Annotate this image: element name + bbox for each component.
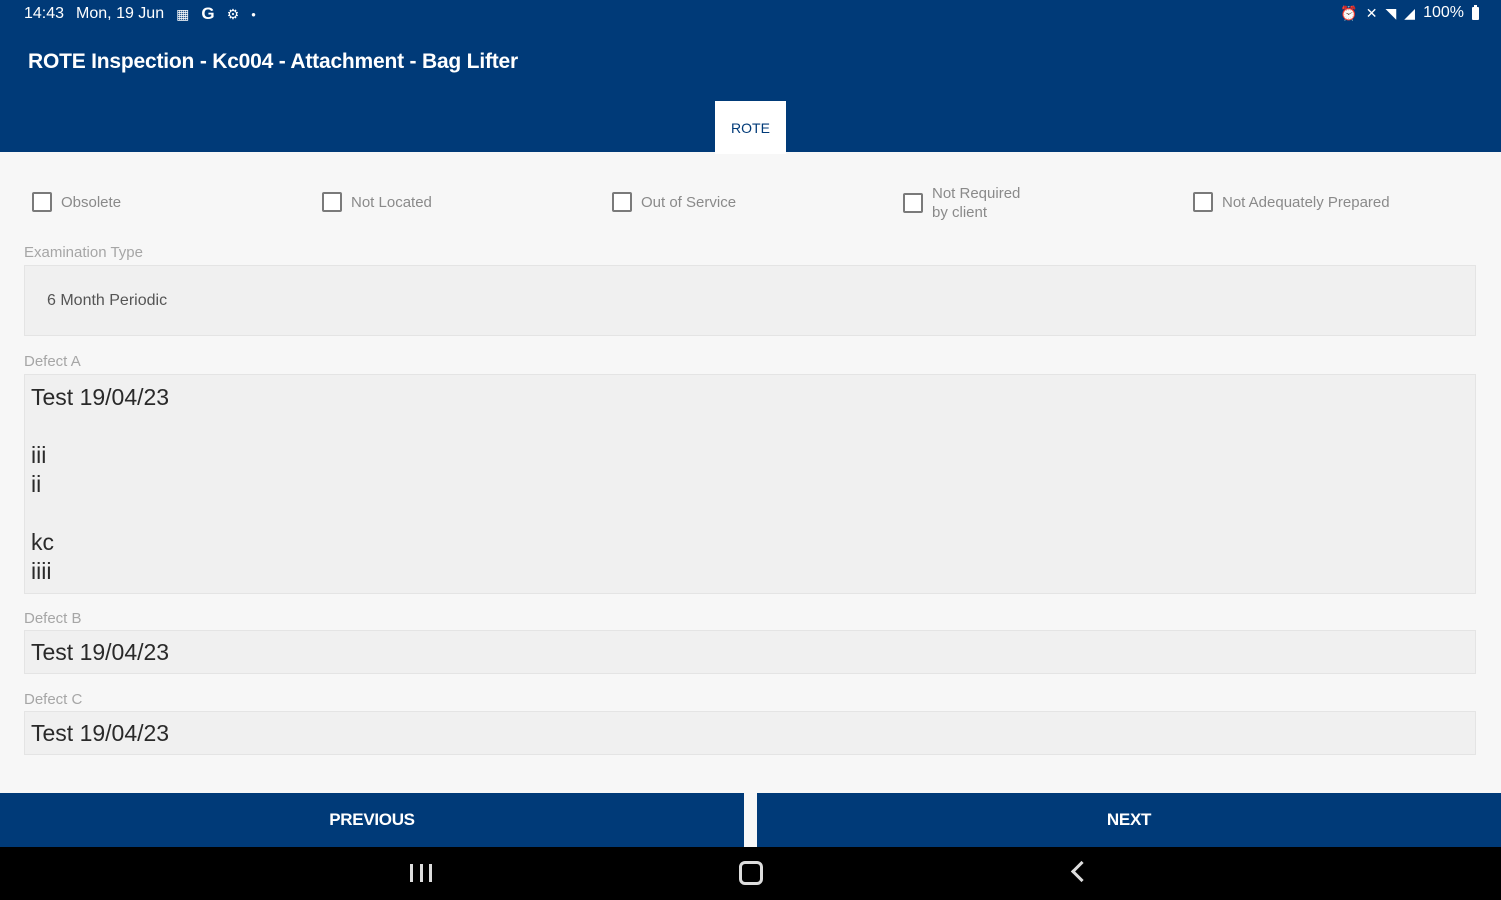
defect-b-input[interactable]: Test 19/04/23 — [24, 630, 1476, 674]
defect-b-label: Defect B — [24, 610, 82, 627]
alarm-icon: ⏰ — [1340, 4, 1358, 21]
defect-a-textarea[interactable]: Test 19/04/23 iii ii kc iiii — [24, 374, 1476, 594]
recents-icon[interactable] — [410, 864, 432, 882]
status-date: Mon, 19 Jun — [76, 5, 165, 22]
battery-level: 100% — [1423, 4, 1464, 21]
previous-button[interactable]: PREVIOUS — [0, 793, 744, 847]
checkbox-not-adequately-prepared[interactable]: Not Adequately Prepared — [1193, 192, 1390, 212]
defect-a-value: Test 19/04/23 iii ii kc iiii — [31, 384, 170, 584]
system-nav-bar — [0, 847, 1501, 900]
checkbox-not-required[interactable]: Not Required by client — [903, 184, 1020, 222]
status-checkbox-row: Obsolete Not Located Out of Service Not … — [0, 184, 1501, 224]
checkbox-box[interactable] — [32, 192, 52, 212]
checkbox-label: Obsolete — [61, 193, 122, 211]
exam-type-value: 6 Month Periodic — [47, 292, 168, 309]
defect-b-value: Test 19/04/23 — [31, 639, 170, 665]
exam-type-label: Examination Type — [24, 244, 143, 261]
status-bar: 14:43 Mon, 19 Jun ▦ G ⚙ ● ⏰ ✕ ◥ ◢ 100% — [0, 0, 1501, 28]
battery-icon — [1472, 4, 1479, 20]
tab-rote[interactable]: ROTE — [715, 99, 786, 154]
next-button[interactable]: NEXT — [757, 793, 1501, 847]
back-icon[interactable] — [1070, 860, 1093, 883]
mute-icon: ✕ — [1365, 4, 1378, 21]
signal-icon: ◢ — [1404, 4, 1416, 21]
checkbox-not-located[interactable]: Not Located — [322, 192, 432, 212]
checkbox-label: Not Adequately Prepared — [1222, 193, 1390, 211]
home-icon[interactable] — [739, 861, 763, 885]
app-header: 14:43 Mon, 19 Jun ▦ G ⚙ ● ⏰ ✕ ◥ ◢ 100% R… — [0, 0, 1501, 154]
calendar-icon: ▦ — [176, 5, 190, 22]
page-title: ROTE Inspection - Kc004 - Attachment - B… — [28, 50, 518, 73]
checkbox-obsolete[interactable]: Obsolete — [32, 192, 121, 212]
checkbox-box[interactable] — [612, 192, 632, 212]
status-time: 14:43 — [24, 5, 65, 22]
google-icon: G — [201, 4, 215, 23]
checkbox-out-of-service[interactable]: Out of Service — [612, 192, 736, 212]
settings-icon: ⚙ — [226, 5, 240, 22]
checkbox-label: Out of Service — [641, 193, 737, 211]
checkbox-label: Not Required by client — [932, 185, 1021, 221]
checkbox-box[interactable] — [322, 192, 342, 212]
checkbox-box[interactable] — [1193, 192, 1213, 212]
exam-type-select[interactable]: 6 Month Periodic — [24, 265, 1476, 336]
defect-c-label: Defect C — [24, 691, 83, 708]
dot-icon: ● — [251, 9, 256, 19]
defect-a-label: Defect A — [24, 353, 81, 370]
defect-c-input[interactable]: Test 19/04/23 — [24, 711, 1476, 755]
checkbox-box[interactable] — [903, 193, 923, 213]
checkbox-label: Not Located — [351, 193, 432, 211]
wifi-icon: ◥ — [1385, 4, 1397, 21]
defect-c-value: Test 19/04/23 — [31, 720, 170, 746]
